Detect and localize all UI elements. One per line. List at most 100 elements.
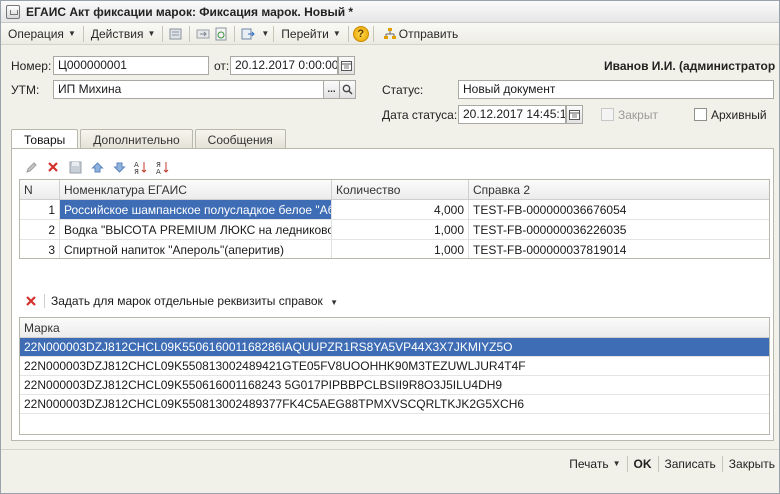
number-field[interactable]: Ц000000001 [53,56,209,75]
status-date-label: Дата статуса: [382,108,458,122]
column-header-reference[interactable]: Справка 2 [469,180,769,199]
calendar-icon[interactable] [338,56,355,75]
table-row[interactable]: 1 Российское шампанское полусладкое бело… [20,200,769,220]
sort-ascending-icon[interactable]: AЯ [132,158,150,176]
toolbar-divider [347,25,349,42]
row-number: 1 [20,200,60,219]
move-up-icon[interactable] [88,158,106,176]
calendar-icon[interactable] [566,105,583,124]
row-reference[interactable]: TEST-FB-000000037819014 [469,240,769,258]
row-quantity[interactable]: 4,000 [332,200,469,219]
number-label: Номер: [11,59,52,73]
send-button-label: Отправить [398,26,459,41]
current-user: Иванов И.И. (администратор [604,59,776,73]
hierarchy-icon [382,26,398,42]
tab-additional[interactable]: Дополнительно [80,129,193,149]
set-mark-requisites-button[interactable]: Задать для марок отдельные реквизиты спр… [51,294,338,308]
delete-icon[interactable] [44,158,62,176]
close-button[interactable]: Закрыть [723,454,779,474]
marks-table-header: Марка [20,318,769,338]
marks-toolbar: Задать для марок отдельные реквизиты спр… [22,292,338,310]
window-title: ЕГАИС Акт фиксации марок: Фиксация марок… [26,4,354,19]
row-nomenclature[interactable]: Российское шампанское полусладкое белое … [60,200,332,219]
date-label: от: [214,59,230,73]
save-row-icon[interactable] [66,158,84,176]
toolbar-divider [372,25,374,42]
toolbar-divider [82,25,84,42]
mark-row[interactable]: 22N000003DZJ812CHCL09K550616001168286IAQ… [20,338,769,357]
column-header-nomenclature[interactable]: Номенклатура ЕГАИС [60,180,332,199]
row-reference[interactable]: TEST-FB-000000036676054 [469,200,769,219]
toolbar-divider [44,294,45,308]
chevron-down-icon[interactable]: ▼ [261,29,269,38]
print-button-label: Печать [569,456,609,471]
tab-panel-goods: AЯ ЯA N Номенклатура ЕГАИС Количество Сп… [11,148,774,441]
move-down-icon[interactable] [110,158,128,176]
table-row[interactable]: 3 Спиртной напиток "Апероль"(аперитив) 1… [20,240,769,258]
mark-row[interactable]: 22N000003DZJ812CHCL09K550813002489377FK4… [20,395,769,414]
actions-menu-label: Действия [90,26,144,41]
operation-menu-label: Операция [8,26,64,41]
chevron-down-icon: ▼ [67,29,76,38]
row-nomenclature[interactable]: Водка "ВЫСОТА PREMIUM ЛЮКС на ледниковой… [60,220,332,239]
actions-menu[interactable]: Действия ▼ [88,25,159,43]
tab-bar: Товары Дополнительно Сообщения [11,129,288,150]
search-icon[interactable] [339,80,356,99]
column-header-n[interactable]: N [20,180,60,199]
archive-label: Архивный [711,108,767,122]
go-menu[interactable]: Перейти ▼ [278,25,343,43]
toolbar-divider [162,25,164,42]
row-reference[interactable]: TEST-FB-000000036226035 [469,220,769,239]
send-button[interactable]: Отправить [378,25,462,43]
help-icon[interactable]: ? [352,25,369,42]
window-icon [6,4,20,19]
utm-select-button[interactable]: ... [323,80,340,99]
operation-menu[interactable]: Операция ▼ [5,25,79,43]
mark-row[interactable]: 22N000003DZJ812CHCL09K550616001168243 5G… [20,376,769,395]
sort-descending-icon[interactable]: ЯA [154,158,172,176]
print-button[interactable]: Печать ▼ [563,454,626,474]
svg-text:Я: Я [134,168,139,174]
save-button[interactable]: Записать [659,454,722,474]
row-number: 2 [20,220,60,239]
closed-checkbox[interactable] [601,108,614,121]
create-based-on-icon[interactable] [240,26,256,42]
archive-checkbox[interactable] [694,108,707,121]
toolbar-divider [189,25,191,42]
document-window: ЕГАИС Акт фиксации марок: Фиксация марок… [0,0,780,494]
row-quantity[interactable]: 1,000 [332,220,469,239]
row-number: 3 [20,240,60,258]
row-quantity[interactable]: 1,000 [332,240,469,258]
ok-button[interactable]: OK [628,454,658,474]
goods-toolbar: AЯ ЯA [22,158,176,176]
svg-text:A: A [156,168,161,174]
movements-icon[interactable] [195,26,211,42]
column-header-mark[interactable]: Марка [20,318,769,337]
command-bar: Операция ▼ Действия ▼ ▼ Перейти ▼ ? Отпр… [1,23,779,45]
toolbar-divider [234,25,236,42]
form-footer: Печать ▼ OK Записать Закрыть [1,449,779,477]
status-date-field[interactable]: 20.12.2017 14:45:17 [458,105,566,124]
mark-row[interactable]: 22N000003DZJ812CHCL09K550813002489421GTE… [20,357,769,376]
goods-table-header: N Номенклатура ЕГАИС Количество Справка … [20,180,769,200]
date-field[interactable]: 20.12.2017 0:00:00 [230,56,338,75]
row-nomenclature[interactable]: Спиртной напиток "Апероль"(аперитив) [60,240,332,258]
go-menu-label: Перейти [281,26,329,41]
toolbar-divider [273,25,275,42]
utm-field[interactable]: ИП Михина [53,80,324,99]
column-header-quantity[interactable]: Количество [332,180,469,199]
table-row[interactable]: 2 Водка "ВЫСОТА PREMIUM ЛЮКС на ледников… [20,220,769,240]
delete-icon[interactable] [22,292,40,310]
refresh-icon[interactable] [213,26,229,42]
status-field[interactable]: Новый документ [458,80,774,99]
tab-messages[interactable]: Сообщения [194,129,286,149]
goods-table: N Номенклатура ЕГАИС Количество Справка … [19,179,770,259]
title-bar: ЕГАИС Акт фиксации марок: Фиксация марок… [1,1,779,23]
post-document-icon[interactable] [168,26,184,42]
tab-goods[interactable]: Товары [11,129,79,150]
edit-icon[interactable] [22,158,40,176]
chevron-down-icon: ▼ [330,298,339,307]
utm-label: УТМ: [11,83,40,97]
marks-table: Марка 22N000003DZJ812CHCL09K550616001168… [19,317,770,435]
status-label: Статус: [382,83,424,97]
